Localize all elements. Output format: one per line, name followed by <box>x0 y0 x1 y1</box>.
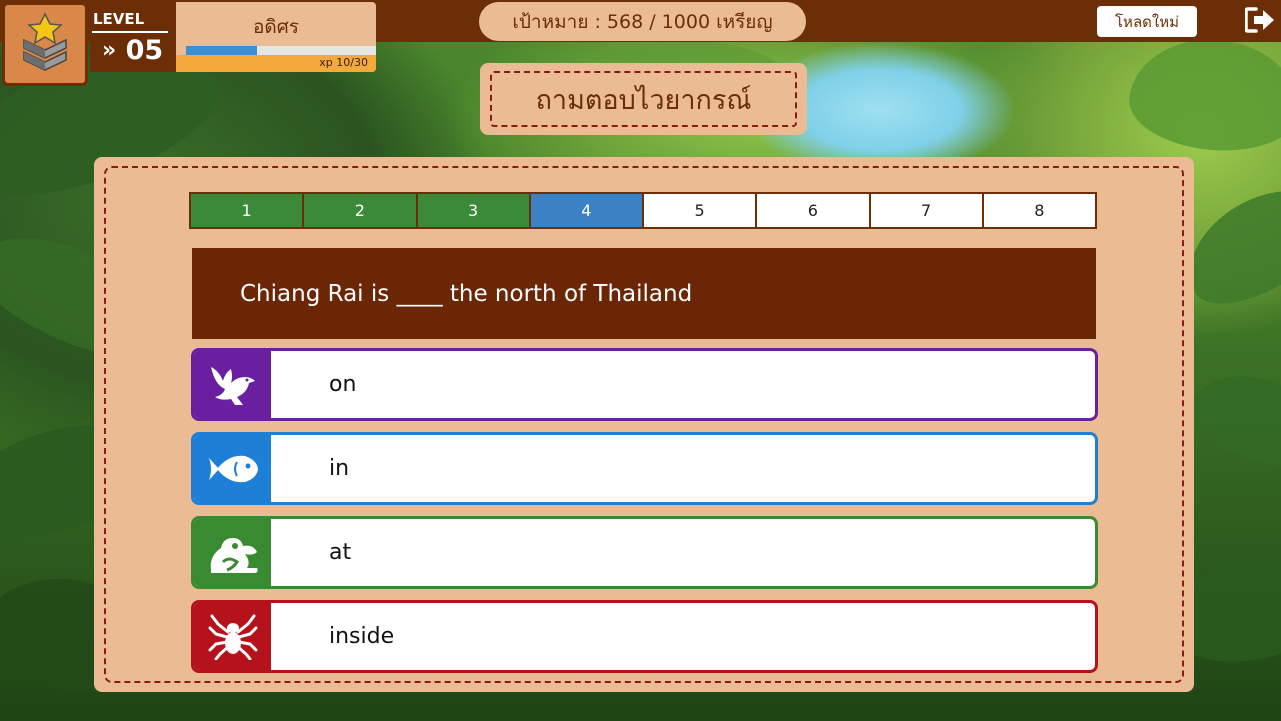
rank-chevron-star-icon <box>23 12 67 71</box>
step-1: 1 <box>191 194 303 227</box>
xp-progress-fill <box>186 46 258 55</box>
fish-icon <box>208 455 258 482</box>
step-4: 4 <box>530 194 642 227</box>
reload-button[interactable]: โหลดใหม่ <box>1097 6 1197 37</box>
answer-option-on[interactable]: on <box>191 348 1098 421</box>
option-label: at <box>329 540 352 565</box>
xp-strip: xp 10/30 <box>176 55 376 72</box>
player-panel: อดิศร xp 10/30 <box>176 2 376 72</box>
option-label: inside <box>329 624 395 649</box>
goal-display: เป้าหมาย : 568 / 1000 เหรียญ <box>479 2 806 41</box>
level-label: LEVEL <box>93 10 145 28</box>
step-5: 5 <box>644 194 756 227</box>
level-number: » 05 <box>102 35 164 66</box>
option-label: on <box>329 372 357 397</box>
player-name: อดิศร <box>252 16 299 38</box>
step-2: 2 <box>304 194 416 227</box>
step-6: 6 <box>757 194 869 227</box>
xp-progress-bar <box>186 46 376 55</box>
question-progress-steps: 1 2 3 4 5 6 7 8 <box>189 192 1097 229</box>
option-icon-box <box>194 603 271 670</box>
answer-option-in[interactable]: in <box>191 432 1098 505</box>
option-icon-box <box>194 435 271 502</box>
option-icon-box <box>194 351 271 418</box>
step-3: 3 <box>417 194 529 227</box>
question-text: Chiang Rai is ____ the north of Thailand <box>192 248 1096 339</box>
step-8: 8 <box>983 194 1095 227</box>
level-divider <box>92 31 168 33</box>
bird-icon <box>210 366 255 405</box>
logout-icon <box>1244 6 1274 33</box>
rank-badge <box>2 2 88 86</box>
answer-option-at[interactable]: at <box>191 516 1098 589</box>
option-icon-box <box>194 519 271 586</box>
answer-option-inside[interactable]: inside <box>191 600 1098 673</box>
spider-icon <box>208 614 257 660</box>
step-7: 7 <box>870 194 982 227</box>
game-title-box: ถามตอบไวยากรณ์ <box>480 63 807 135</box>
xp-text: xp 10/30 <box>319 56 368 69</box>
logout-button[interactable] <box>1244 6 1276 36</box>
level-number-value: 05 <box>125 35 164 66</box>
frog-icon <box>210 537 258 573</box>
game-title: ถามตอบไวยากรณ์ <box>490 71 797 127</box>
option-label: in <box>329 456 350 481</box>
